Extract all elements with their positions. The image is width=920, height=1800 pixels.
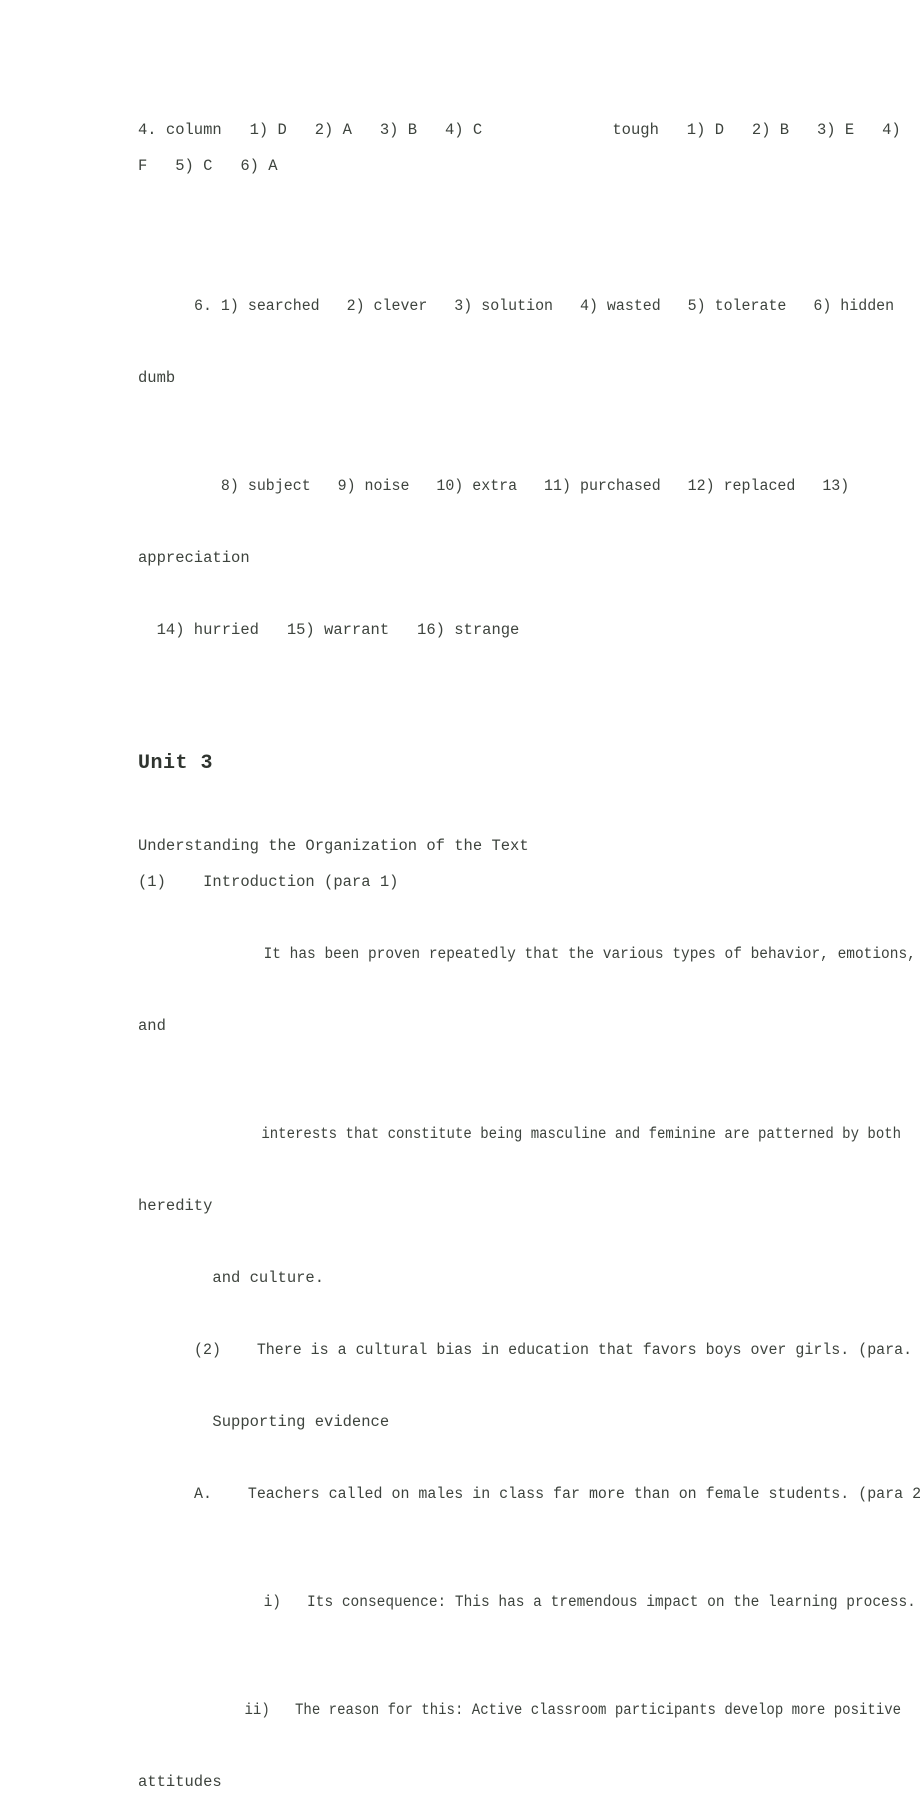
outline-item-2-label-text: (2) There is a cultural bias in educatio… <box>193 1341 920 1359</box>
answer-item-6-line-1-text: 6. 1) searched 2) clever 3) solution 4) … <box>193 297 920 315</box>
outline-item-2-a-ii-text: ii) The reason for this: Active classroo… <box>193 1701 901 1719</box>
spacer-before-unit-heading <box>138 648 783 716</box>
outline-item-1-body-line-1-text: It has been proven repeatedly that the v… <box>193 945 916 963</box>
outline-item-1-body-line-3: interests that constitute being masculin… <box>138 1080 901 1188</box>
section-heading-understanding-organization: Understanding the Organization of the Te… <box>138 837 529 855</box>
outline-item-1-label: (1) Introduction (para 1) <box>138 873 399 891</box>
unit-title: Unit 3 <box>138 752 214 775</box>
answer-item-4-line-2: F 5) C 6) A <box>138 157 278 175</box>
answer-item-4-line-1: 4. column 1) D 2) A 3) B 4) C tough 1) D… <box>138 121 901 139</box>
outline-item-2-supporting-evidence: Supporting evidence <box>138 1413 390 1431</box>
document-page: 4. column 1) D 2) A 3) B 4) C tough 1) D… <box>0 0 920 1791</box>
outline-item-1-body-line-4: heredity <box>138 1197 213 1215</box>
outline-item-2-a-ii-continuation: attitudes <box>138 1773 222 1791</box>
outline-item-2-a-i: i) Its consequence: This has a tremendou… <box>138 1548 915 1656</box>
spacer-before-unit-heading-2 <box>138 716 783 746</box>
answer-item-6-line-2: dumb <box>138 369 176 387</box>
answer-item-6-line-4: appreciation <box>138 549 250 567</box>
outline-item-1-body-line-2: and <box>138 1017 166 1035</box>
answer-item-6-line-1: 6. 1) searched 2) clever 3) solution 4) … <box>138 252 894 360</box>
answer-item-6-line-5: 14) hurried 15) warrant 16) strange <box>138 621 520 639</box>
spacer-outline-1-b <box>138 1224 783 1260</box>
outline-item-1-body-line-5: and culture. <box>138 1269 325 1287</box>
spacer-item-6-b <box>138 576 783 612</box>
outline-item-2-a-text: A. Teachers called on males in class far… <box>193 1485 920 1503</box>
answer-item-6-line-3: 8) subject 9) noise 10) extra 11) purcha… <box>138 432 849 540</box>
document-content: 4. column 1) D 2) A 3) B 4) C tough 1) D… <box>138 112 920 1800</box>
outline-item-1-body-line-1: It has been proven repeatedly that the v… <box>138 900 915 1008</box>
answer-item-6-line-3-text: 8) subject 9) noise 10) extra 11) purcha… <box>193 477 850 495</box>
outline-item-2-a-ii: ii) The reason for this: Active classroo… <box>138 1656 901 1764</box>
outline-item-1-body-line-3-text: interests that constitute being masculin… <box>193 1125 901 1143</box>
outline-item-2-a: A. Teachers called on males in class far… <box>138 1440 920 1548</box>
spacer-after-unit-title <box>138 782 783 828</box>
outline-item-2-label: (2) There is a cultural bias in educatio… <box>138 1296 912 1404</box>
spacer-after-item-4 <box>138 184 783 252</box>
outline-item-2-a-i-text: i) Its consequence: This has a tremendou… <box>193 1593 916 1611</box>
spacer-item-6-a <box>138 396 783 432</box>
spacer-outline-1-a <box>138 1044 783 1080</box>
